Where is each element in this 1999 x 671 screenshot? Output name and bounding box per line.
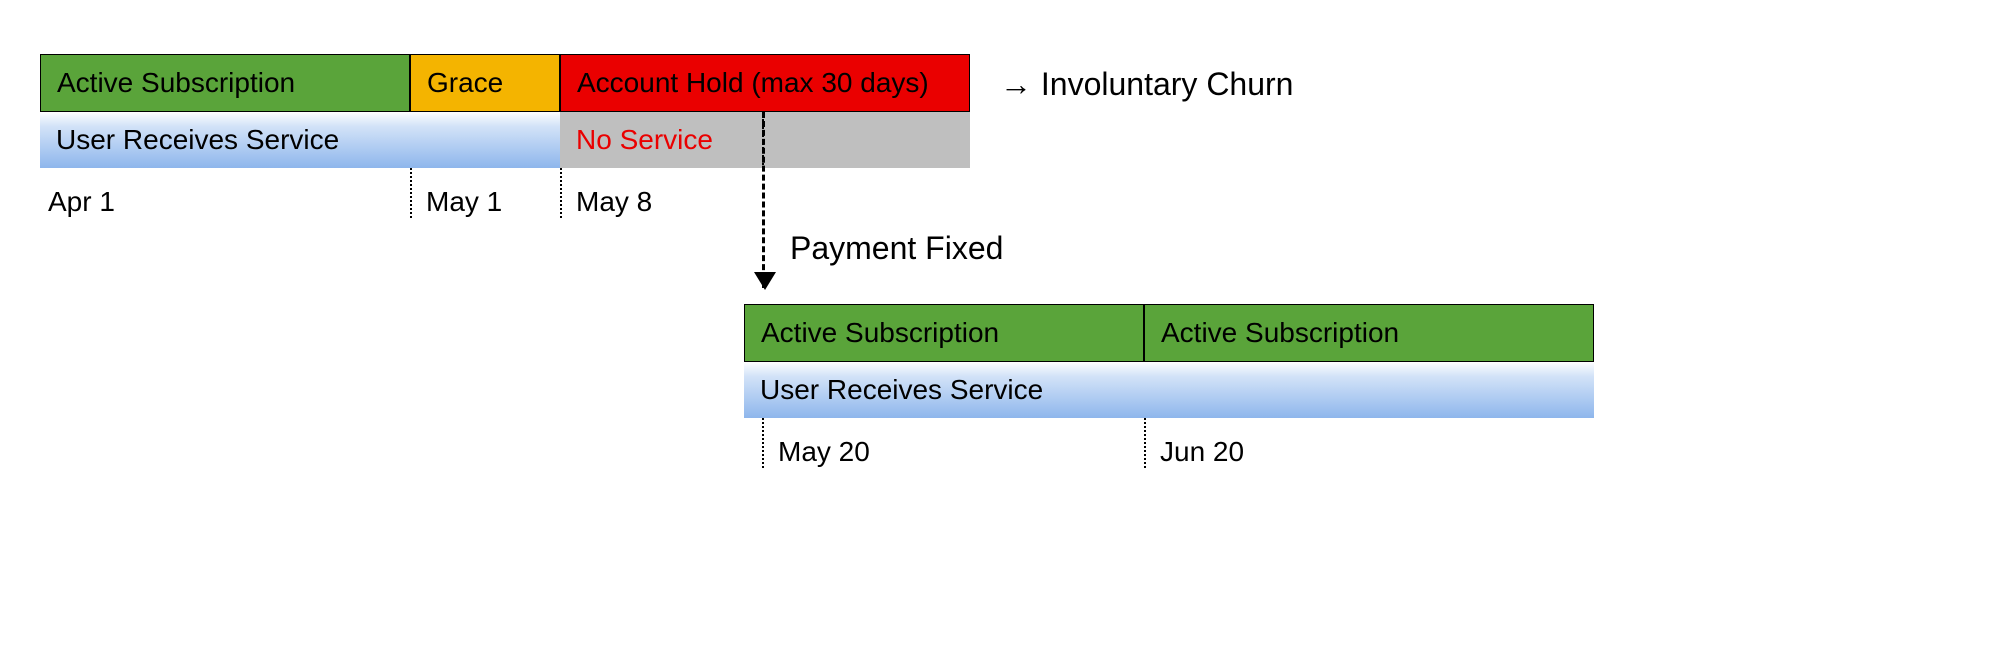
down-arrow-icon bbox=[762, 112, 765, 288]
bottom-tick-2 bbox=[1144, 418, 1146, 468]
no-service-label: No Service bbox=[576, 126, 713, 154]
top-date-apr1: Apr 1 bbox=[48, 186, 115, 218]
diagram-canvas: Active Subscription Grace Account Hold (… bbox=[0, 0, 1999, 671]
bottom-tick-1 bbox=[762, 418, 764, 468]
involuntary-churn-label: → Involuntary Churn bbox=[1000, 66, 1293, 103]
bottom-date-jun20: Jun 20 bbox=[1160, 436, 1244, 468]
payment-fixed-label: Payment Fixed bbox=[790, 230, 1003, 267]
top-no-service-block: No Service bbox=[560, 112, 970, 168]
top-active-block: Active Subscription bbox=[40, 54, 410, 112]
top-date-may8: May 8 bbox=[576, 186, 652, 218]
top-date-may1: May 1 bbox=[426, 186, 502, 218]
bottom-service-block: User Receives Service bbox=[744, 362, 1594, 418]
bottom-active-block-1: Active Subscription bbox=[744, 304, 1144, 362]
top-tick-1 bbox=[410, 168, 412, 218]
bottom-date-may20: May 20 bbox=[778, 436, 870, 468]
top-service-block: User Receives Service bbox=[40, 112, 560, 168]
top-tick-2 bbox=[560, 168, 562, 218]
top-grace-block: Grace bbox=[410, 54, 560, 112]
top-hold-block: Account Hold (max 30 days) bbox=[560, 54, 970, 112]
bottom-active-block-2: Active Subscription bbox=[1144, 304, 1594, 362]
